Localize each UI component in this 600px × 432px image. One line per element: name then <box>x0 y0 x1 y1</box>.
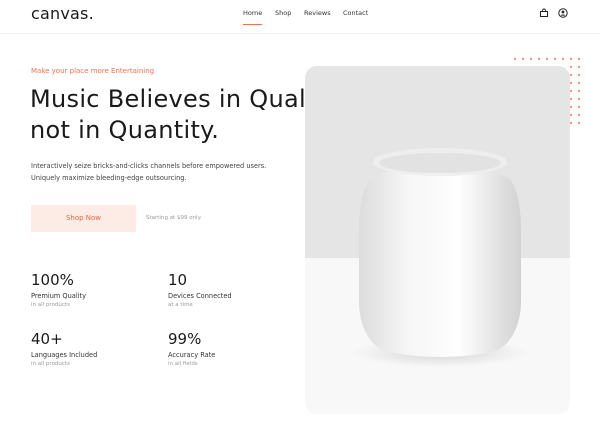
stat-sub: at a time <box>168 302 193 308</box>
stat-accuracy-rate: 99% Accuracy Rate in all fields <box>168 330 215 367</box>
header-divider <box>0 33 600 34</box>
shop-now-button[interactable]: Shop Now <box>31 205 136 232</box>
stat-label: Devices Connected <box>168 292 232 300</box>
nav-item-contact[interactable]: Contact <box>343 9 368 17</box>
landing-page: canvas. Home Shop Reviews Contact Make y… <box>0 0 600 432</box>
stat-value: 99% <box>168 330 202 348</box>
stat-sub: in all products <box>31 361 70 367</box>
stat-sub: in all products <box>31 302 70 308</box>
stat-premium-quality: 100% Premium Quality in all products <box>31 271 86 308</box>
hero-tagline: Make your place more Entertaining <box>31 67 155 75</box>
brand-logo[interactable]: canvas. <box>31 4 94 23</box>
stat-value: 100% <box>31 271 74 289</box>
nav-item-home[interactable]: Home <box>243 9 263 25</box>
stat-label: Accuracy Rate <box>168 351 216 359</box>
stat-sub: in all fields <box>168 361 198 367</box>
brand-name: canvas <box>31 4 89 23</box>
stat-value: 10 <box>168 271 188 289</box>
hero-description: Interactively seize bricks-and-clicks ch… <box>31 162 267 182</box>
stat-languages-included: 40+ Languages Included in all products <box>31 330 97 367</box>
brand-dot: . <box>88 4 94 23</box>
stat-label: Languages Included <box>31 351 98 359</box>
nav-item-shop[interactable]: Shop <box>275 9 291 17</box>
smart-speaker-image <box>352 148 528 367</box>
headline-line-1: Music Believes in Quality <box>30 85 338 113</box>
nav-item-reviews[interactable]: Reviews <box>304 9 331 17</box>
stat-value: 40+ <box>31 330 63 348</box>
starting-price-note: Starting at $99 only. <box>146 215 202 221</box>
product-image-card <box>305 66 570 414</box>
headline-line-2: not in Quantity. <box>30 116 220 144</box>
stat-label: Premium Quality <box>31 292 86 300</box>
bag-icon[interactable] <box>539 8 549 18</box>
stat-devices-connected: 10 Devices Connected at a time <box>168 271 232 308</box>
user-icon[interactable] <box>558 8 568 18</box>
